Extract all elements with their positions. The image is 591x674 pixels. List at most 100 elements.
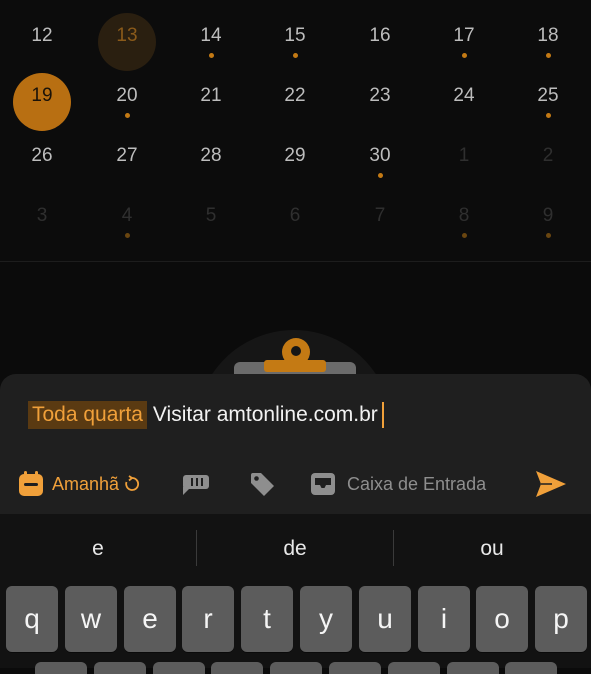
calendar-day-number: 3 xyxy=(36,205,48,226)
onscreen-keyboard: e de ou qwertyuiop xyxy=(0,514,591,674)
calendar-day-6[interactable]: 6 xyxy=(253,192,337,252)
suggestion-1[interactable]: e xyxy=(0,514,196,584)
clipboard-ring xyxy=(282,338,310,366)
key-i[interactable]: i xyxy=(418,586,470,652)
calendar-divider xyxy=(0,261,591,262)
calendar-day-2[interactable]: 2 xyxy=(506,132,590,192)
suggestion-2[interactable]: de xyxy=(197,514,393,584)
keyboard-key-partial[interactable] xyxy=(153,662,205,674)
calendar-day-5[interactable]: 5 xyxy=(169,192,253,252)
keyboard-key-partial[interactable] xyxy=(211,662,263,674)
calendar-day-26[interactable]: 26 xyxy=(0,132,84,192)
event-dot xyxy=(209,113,214,118)
keyboard-key-partial[interactable] xyxy=(35,662,87,674)
calendar-day-22[interactable]: 22 xyxy=(253,72,337,132)
calendar-day-number: 4 xyxy=(121,205,133,226)
calendar-day-number: 16 xyxy=(369,25,391,46)
keyboard-key-partial[interactable] xyxy=(270,662,322,674)
calendar-day-29[interactable]: 29 xyxy=(253,132,337,192)
calendar-day-18[interactable]: 18 xyxy=(506,12,590,72)
send-button[interactable] xyxy=(535,466,567,502)
task-input-field[interactable]: Toda quarta Visitar amtonline.com.br xyxy=(28,401,384,429)
priority-flag-icon xyxy=(183,475,209,495)
event-dot xyxy=(462,113,467,118)
calendar-day-number: 1 xyxy=(458,145,470,166)
event-dot xyxy=(462,173,467,178)
calendar-day-number: 23 xyxy=(369,85,391,106)
calendar-day-14[interactable]: 14 xyxy=(169,12,253,72)
calendar-icon xyxy=(19,471,43,496)
calendar-day-3[interactable]: 3 xyxy=(0,192,84,252)
calendar-day-27[interactable]: 27 xyxy=(85,132,169,192)
task-input-text[interactable]: Visitar amtonline.com.br xyxy=(153,403,378,427)
event-dot xyxy=(461,233,467,238)
calendar-day-28[interactable]: 28 xyxy=(169,132,253,192)
keyboard-key-partial[interactable] xyxy=(94,662,146,674)
calendar-day-number: 24 xyxy=(453,85,475,106)
event-dot xyxy=(378,113,383,118)
calendar-day-25[interactable]: 25 xyxy=(506,72,590,132)
calendar-day-23[interactable]: 23 xyxy=(338,72,422,132)
calendar-day-number: 7 xyxy=(374,205,386,226)
keyboard-key-partial[interactable] xyxy=(388,662,440,674)
calendar-day-number: 19 xyxy=(31,85,53,106)
project-selector[interactable]: Caixa de Entrada xyxy=(310,466,486,502)
calendar-day-number: 12 xyxy=(31,25,53,46)
calendar-day-21[interactable]: 21 xyxy=(169,72,253,132)
suggestion-3[interactable]: ou xyxy=(394,514,590,584)
calendar-day-number: 5 xyxy=(205,205,217,226)
event-dot xyxy=(546,173,551,178)
key-p[interactable]: p xyxy=(535,586,587,652)
calendar-day-20[interactable]: 20 xyxy=(85,72,169,132)
calendar-day-12[interactable]: 12 xyxy=(0,12,84,72)
calendar-day-4[interactable]: 4 xyxy=(85,192,169,252)
repeat-icon xyxy=(125,475,140,491)
calendar-day-15[interactable]: 15 xyxy=(253,12,337,72)
priority-button[interactable] xyxy=(182,466,210,502)
keyboard-key-partial[interactable] xyxy=(505,662,557,674)
quick-add-toolbar: Amanhã Caixa de Entrada xyxy=(0,466,591,502)
due-date-button[interactable]: Amanhã xyxy=(18,466,141,502)
calendar-day-number: 26 xyxy=(31,145,53,166)
event-dot xyxy=(40,113,45,118)
key-y[interactable]: y xyxy=(300,586,352,652)
send-icon xyxy=(536,471,566,497)
calendar-day-24[interactable]: 24 xyxy=(422,72,506,132)
event-dot xyxy=(378,53,383,58)
key-e[interactable]: e xyxy=(124,586,176,652)
text-cursor xyxy=(381,402,384,428)
calendar-day-30[interactable]: 30 xyxy=(338,132,422,192)
event-dot xyxy=(125,173,130,178)
calendar-month-grid: 12 13 14 15 16 17 18 19 20 21 22 23 24 25 26 27 28 29 30 1 2… xyxy=(0,0,591,262)
calendar-day-8[interactable]: 8 xyxy=(422,192,506,252)
calendar-day-number: 21 xyxy=(200,85,222,106)
key-q[interactable]: q xyxy=(6,586,58,652)
tag-button[interactable] xyxy=(249,466,275,502)
key-w[interactable]: w xyxy=(65,586,117,652)
calendar-day-16[interactable]: 16 xyxy=(338,12,422,72)
key-t[interactable]: t xyxy=(241,586,293,652)
keyboard-key-partial[interactable] xyxy=(329,662,381,674)
calendar-day-number: 14 xyxy=(200,25,222,46)
key-u[interactable]: u xyxy=(359,586,411,652)
key-o[interactable]: o xyxy=(476,586,528,652)
event-dot xyxy=(209,233,214,238)
event-dot xyxy=(209,173,214,178)
event-dot xyxy=(545,233,551,238)
keyboard-key-partial[interactable] xyxy=(447,662,499,674)
calendar-day-number: 25 xyxy=(537,85,559,106)
key-r[interactable]: r xyxy=(182,586,234,652)
calendar-day-17[interactable]: 17 xyxy=(422,12,506,72)
calendar-day-1[interactable]: 1 xyxy=(422,132,506,192)
calendar-day-number: 2 xyxy=(542,145,554,166)
calendar-day-13[interactable]: 13 xyxy=(85,12,169,72)
calendar-day-number: 22 xyxy=(284,85,306,106)
calendar-day-number: 30 xyxy=(369,145,391,166)
calendar-day-19[interactable]: 19 xyxy=(0,72,84,132)
event-dot xyxy=(545,53,551,58)
calendar-day-7[interactable]: 7 xyxy=(338,192,422,252)
event-dot xyxy=(124,233,130,238)
calendar-day-number: 8 xyxy=(458,205,470,226)
calendar-day-9[interactable]: 9 xyxy=(506,192,590,252)
recurrence-highlight[interactable]: Toda quarta xyxy=(28,401,147,429)
